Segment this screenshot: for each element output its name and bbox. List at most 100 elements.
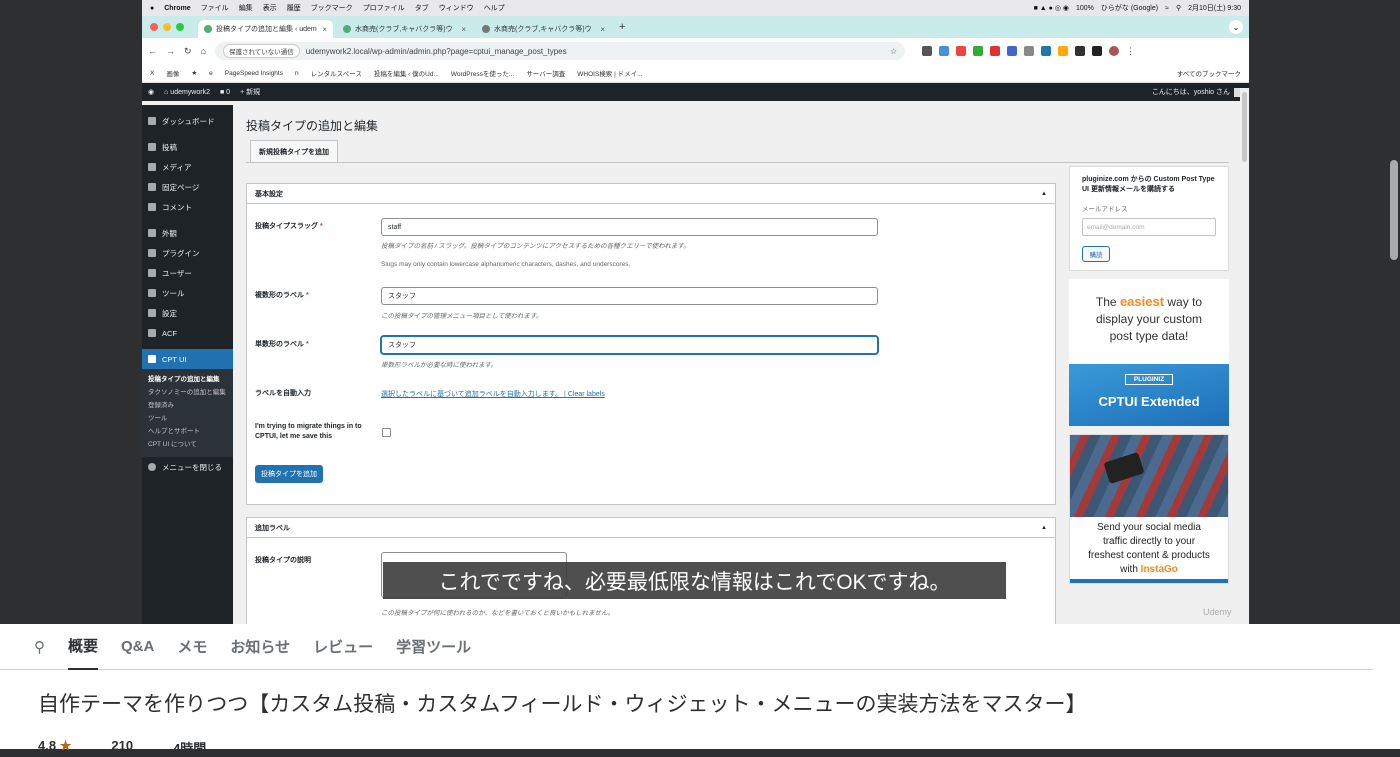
wifi-icon[interactable]: ≈ [1165,5,1169,12]
submenu-registered[interactable]: 登録済み [142,399,233,412]
tab-add-new-post-type[interactable]: 新規投稿タイプを追加 [250,140,338,163]
menu-users[interactable]: ユーザー [142,263,233,283]
bookmark-item[interactable]: e [209,70,213,77]
bookmark-item[interactable]: n [295,70,299,77]
bookmark-item[interactable]: ★ [191,69,197,77]
menu-appearance[interactable]: 外観 [142,223,233,243]
collapse-menu[interactable]: メニューを閉じる [142,457,233,477]
extension-icon[interactable] [921,46,932,56]
menu-bookmarks[interactable]: ブックマーク [311,3,353,13]
subscribe-button[interactable]: 購読 [1082,246,1110,262]
video-player[interactable]: ● Chrome ファイル 編集 表示 履歴 ブックマーク プロファイル タブ … [0,0,1400,624]
tab-overview[interactable]: 概要 [68,624,99,670]
add-post-type-button[interactable]: 投稿タイプを追加 [255,465,323,483]
menu-history[interactable]: 履歴 [287,3,301,13]
bookmark-item[interactable]: 画像 [166,68,179,78]
apple-icon[interactable]: ● [150,5,154,12]
sidepanel-icon[interactable] [1091,46,1102,56]
security-warning[interactable]: 保護されていない通信 [222,44,300,58]
submenu-about[interactable]: CPT UI について [142,438,233,451]
browser-tab[interactable]: 水商売(クラブ,キャバクラ等)ウ × [337,20,472,38]
submenu-add-edit-post-types[interactable]: 投稿タイプの追加と編集 [142,373,233,386]
bookmark-item[interactable]: PageSpeed Insights [225,70,283,77]
menu-view[interactable]: 表示 [263,3,277,13]
tab-qa[interactable]: Q&A [121,624,154,670]
search-icon[interactable]: ⚲ [1176,4,1181,12]
extension-icon[interactable] [938,46,949,56]
comments-count[interactable]: ■ 0 [220,89,230,96]
menu-comments[interactable]: コメント [142,197,233,217]
menu-tools[interactable]: ツール [142,283,233,303]
instago-ad[interactable]: Send your social media traffic directly … [1069,434,1229,584]
profile-avatar[interactable] [1108,46,1119,56]
account-menu[interactable]: こんにちは、yoshio さん [1152,87,1243,97]
forward-icon[interactable]: → [166,46,175,56]
auto-populate-link[interactable]: 選択したラベルに基づいて追加ラベルを自動入力します。 [381,391,562,398]
migrate-checkbox[interactable] [382,428,391,437]
ime-status[interactable]: ひらがな (Google) [1101,3,1158,13]
menu-window[interactable]: ウィンドウ [439,3,474,13]
tab-learning-tools[interactable]: 学習ツール [396,624,471,670]
menu-plugins[interactable]: プラグイン [142,243,233,263]
toggle-arrow-icon[interactable]: ▲ [1041,525,1047,531]
close-tab-icon[interactable]: × [600,25,605,34]
extension-icon[interactable] [955,46,966,56]
bookmark-item[interactable]: X [150,70,154,77]
url-text[interactable]: udemywork2.local/wp-admin/admin.php?page… [306,47,567,56]
browser-menu-icon[interactable]: ⋮ [1126,46,1136,56]
tab-announcements[interactable]: お知らせ [230,624,290,670]
bookmark-item[interactable]: WordPressを使った... [451,68,514,78]
maximize-window-button[interactable] [176,23,184,31]
clear-labels-link[interactable]: Clear labels [568,391,605,398]
minimize-window-button[interactable] [163,23,171,31]
basic-settings-header[interactable]: 基本設定 ▲ [247,184,1055,204]
search-icon[interactable]: ⚲ [34,638,45,656]
tab-notes[interactable]: メモ [177,624,207,670]
menu-acf[interactable]: ACF [142,323,233,343]
new-tab-button[interactable]: + [619,21,625,33]
bookmark-item[interactable]: レンタルスペース [311,68,362,78]
submenu-help[interactable]: ヘルプとサポート [142,425,233,438]
browser-tab[interactable]: 水商売(クラブ,キャバクラ等)ウ × [476,20,611,38]
singular-input[interactable]: スタッフ [381,336,878,354]
menu-pages[interactable]: 固定ページ [142,177,233,197]
menu-edit[interactable]: 編集 [239,3,253,13]
new-content-menu[interactable]: + 新規 [240,87,260,97]
menu-file[interactable]: ファイル [201,3,229,13]
cptui-extended-ad[interactable]: The easiest way to display your custom p… [1069,279,1229,426]
extension-icon[interactable] [1006,46,1017,56]
home-icon[interactable]: ⌂ [201,46,206,56]
bookmark-item[interactable]: サーバー調査 [526,68,565,78]
plural-input[interactable]: スタッフ [381,287,878,305]
bookmark-item[interactable]: WHOIS検索 | ドメイ... [577,68,642,78]
app-name[interactable]: Chrome [164,5,190,12]
menu-tab[interactable]: タブ [415,3,429,13]
close-tab-icon[interactable]: × [461,25,466,34]
extension-icon[interactable] [989,46,1000,56]
tab-reviews[interactable]: レビュー [313,624,373,670]
menu-dashboard[interactable]: ダッシュボード [142,111,233,131]
url-field[interactable]: 保護されていない通信 udemywork2.local/wp-admin/adm… [214,42,905,60]
toggle-arrow-icon[interactable]: ▲ [1041,191,1047,197]
outer-scrollbar-thumb[interactable] [1390,160,1398,260]
extension-icon[interactable] [1023,46,1034,56]
menu-cptui[interactable]: CPT UI [142,349,233,369]
tab-search-icon[interactable]: ⌄ [1229,20,1243,34]
clock[interactable]: 2月10日(土) 9:30 [1188,3,1241,13]
bookmark-star-icon[interactable]: ☆ [890,47,897,56]
close-window-button[interactable] [150,23,158,31]
extension-icon[interactable] [972,46,983,56]
extensions-puzzle-icon[interactable] [1074,46,1085,56]
menu-media[interactable]: メディア [142,157,233,177]
all-bookmarks[interactable]: すべてのブックマーク [1177,68,1241,78]
back-icon[interactable]: ← [148,46,157,56]
reload-icon[interactable]: ↻ [184,46,192,57]
submenu-add-edit-taxonomies[interactable]: タクソノミーの追加と編集 [142,386,233,399]
slug-input[interactable]: staff [381,218,878,236]
menu-profile[interactable]: プロファイル [363,3,405,13]
menu-settings[interactable]: 設定 [142,303,233,323]
page-scrollbar[interactable] [1240,88,1249,624]
scrollbar-thumb[interactable] [1242,92,1247,162]
extension-icon[interactable] [1040,46,1051,56]
site-name[interactable]: ⌂ udemywork2 [164,89,210,96]
